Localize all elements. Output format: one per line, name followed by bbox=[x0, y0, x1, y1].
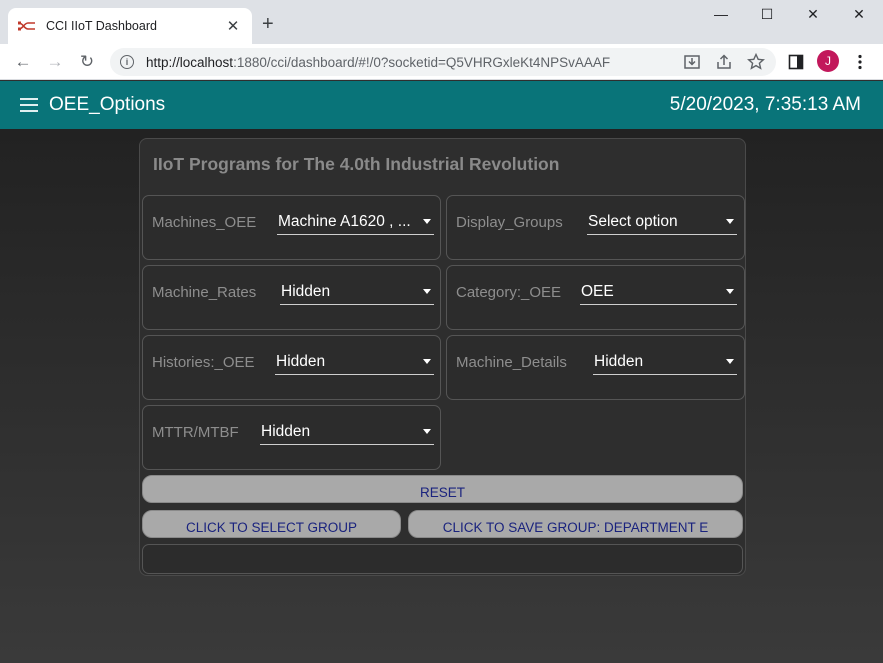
selected-value: OEE bbox=[581, 283, 614, 300]
machines-oee-dropdown-widget: Machines_OEE Machine A1620 , ... bbox=[142, 195, 441, 260]
caret-down-icon bbox=[423, 219, 431, 224]
card-title: IIoT Programs for The 4.0th Industrial R… bbox=[153, 154, 560, 174]
browser-titlebar: CCI IIoT Dashboard ✕ + — ☐ ✕ ✕ bbox=[0, 0, 883, 44]
category-oee-select[interactable]: OEE bbox=[580, 281, 737, 305]
caret-down-icon bbox=[423, 429, 431, 434]
forward-button[interactable]: → bbox=[44, 51, 66, 73]
selected-value: Hidden bbox=[261, 423, 311, 440]
histories-oee-dropdown-widget: Histories:_OEE Hidden bbox=[142, 335, 441, 400]
dropdown-label: MTTR/MTBF bbox=[152, 424, 239, 441]
restore-button[interactable]: ☐ bbox=[752, 6, 782, 23]
dropdown-label: Display_Groups bbox=[456, 214, 563, 231]
browser-toolbar: ← → ↻ i http://localhost :1880/cci/dashb… bbox=[0, 44, 883, 80]
share-icon[interactable] bbox=[714, 52, 734, 72]
tab-close-icon[interactable]: ✕ bbox=[224, 17, 242, 35]
close-window-button[interactable]: ✕ bbox=[798, 6, 828, 23]
dropdown-label: Category:_OEE bbox=[456, 284, 562, 301]
machine-rates-select[interactable]: Hidden bbox=[280, 281, 434, 305]
machine-details-select[interactable]: Hidden bbox=[593, 351, 737, 375]
side-panel-icon[interactable] bbox=[786, 52, 806, 72]
selected-value: Machine A1620 , ... bbox=[278, 213, 411, 230]
menu-icon[interactable] bbox=[20, 98, 38, 112]
dropdown-label: Histories:_OEE bbox=[152, 354, 255, 371]
datetime-display: 5/20/2023, 7:35:13 AM bbox=[669, 94, 861, 115]
url-host: http://localhost bbox=[146, 54, 234, 70]
dropdown-label: Machine_Details bbox=[456, 354, 567, 371]
address-bar[interactable]: i http://localhost :1880/cci/dashboard/#… bbox=[110, 48, 776, 76]
select-group-button[interactable]: CLICK TO SELECT GROUP bbox=[142, 510, 401, 538]
tab-title: CCI IIoT Dashboard bbox=[46, 19, 157, 33]
node-red-icon bbox=[18, 21, 35, 31]
caret-down-icon bbox=[423, 359, 431, 364]
caret-down-icon bbox=[726, 219, 734, 224]
empty-widget-row bbox=[142, 544, 743, 574]
save-group-button[interactable]: CLICK TO SAVE GROUP: DEPARTMENT E bbox=[408, 510, 743, 538]
mttr-mtbf-dropdown-widget: MTTR/MTBF Hidden bbox=[142, 405, 441, 470]
site-info-icon[interactable]: i bbox=[120, 55, 134, 69]
selected-value: Select option bbox=[588, 213, 678, 230]
dashboard-header: OEE_Options 5/20/2023, 7:35:13 AM bbox=[0, 81, 883, 129]
selected-value: Hidden bbox=[276, 353, 326, 370]
minimize-button[interactable]: — bbox=[706, 6, 736, 22]
display-groups-select[interactable]: Select option bbox=[587, 211, 737, 235]
display-groups-dropdown-widget: Display_Groups Select option bbox=[446, 195, 745, 260]
histories-oee-select[interactable]: Hidden bbox=[275, 351, 434, 375]
install-app-icon[interactable] bbox=[682, 52, 702, 72]
bookmark-star-icon[interactable] bbox=[746, 52, 766, 72]
selected-value: Hidden bbox=[594, 353, 644, 370]
profile-avatar[interactable]: J bbox=[817, 50, 839, 72]
machine-rates-dropdown-widget: Machine_Rates Hidden bbox=[142, 265, 441, 330]
mttr-mtbf-select[interactable]: Hidden bbox=[260, 421, 434, 445]
machines-oee-select[interactable]: Machine A1620 , ... bbox=[277, 211, 434, 235]
caret-down-icon bbox=[726, 289, 734, 294]
category-oee-dropdown-widget: Category:_OEE OEE bbox=[446, 265, 745, 330]
machine-details-dropdown-widget: Machine_Details Hidden bbox=[446, 335, 745, 400]
options-card: IIoT Programs for The 4.0th Industrial R… bbox=[139, 138, 746, 576]
caret-down-icon bbox=[423, 289, 431, 294]
selected-value: Hidden bbox=[281, 283, 331, 300]
browser-menu-icon[interactable] bbox=[850, 52, 870, 72]
back-button[interactable]: ← bbox=[12, 51, 34, 73]
url-path: :1880/cci/dashboard/#!/0?socketid=Q5VHRG… bbox=[233, 54, 611, 70]
dropdown-label: Machines_OEE bbox=[152, 214, 257, 231]
reload-button[interactable]: ↻ bbox=[76, 51, 98, 73]
dropdown-label: Machine_Rates bbox=[152, 284, 257, 301]
reset-button[interactable]: RESET bbox=[142, 475, 743, 503]
page-title: OEE_Options bbox=[49, 94, 166, 115]
new-tab-button[interactable]: + bbox=[262, 14, 274, 34]
close-window-icon[interactable]: ✕ bbox=[844, 6, 874, 23]
browser-tab[interactable]: CCI IIoT Dashboard ✕ bbox=[8, 8, 252, 44]
caret-down-icon bbox=[726, 359, 734, 364]
